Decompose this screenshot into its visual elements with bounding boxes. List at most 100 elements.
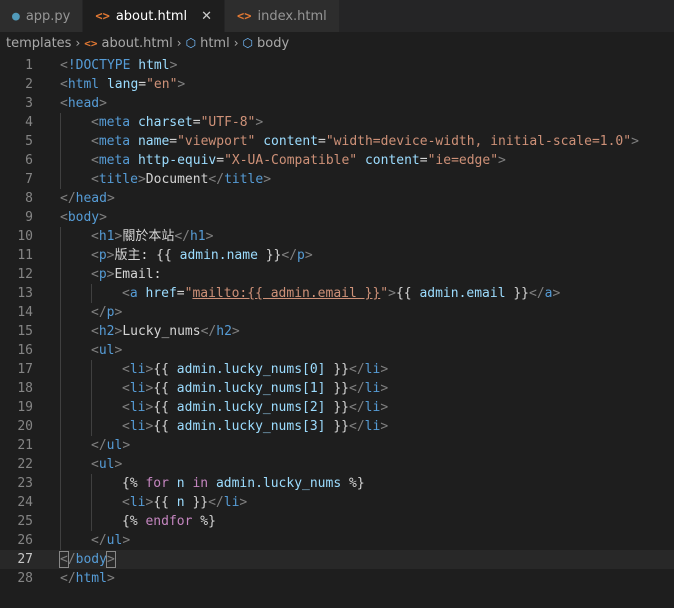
tab-bar: ● app.py <> about.html ✕ <> index.html [0,0,674,32]
code-text: <head> [33,94,107,113]
line-number: 14 [17,305,33,320]
code-token: }} [505,286,530,301]
line-number: 27 [17,552,33,567]
code-line[interactable]: 6 <meta http-equiv="X-UA-Compatible" cont… [0,151,674,170]
code-token: li [129,419,146,434]
breadcrumb-item-folder[interactable]: templates [6,36,71,51]
line-number: 6 [25,153,33,168]
indent-guide [60,132,91,151]
code-line[interactable]: 24 <li>{{ n }}</li> [0,493,674,512]
indent-guide [60,322,91,341]
code-line[interactable]: 27 </body> [0,550,674,569]
code-line[interactable]: 12 <p>Email: [0,265,674,284]
code-line[interactable]: 15 <h2>Lucky_nums</h2> [0,322,674,341]
code-line[interactable]: 1 <!DOCTYPE html> [0,56,674,75]
code-line[interactable]: 18 <li>{{ admin.lucky_nums[1] }}</li> [0,379,674,398]
code-token: html [67,77,100,92]
code-line[interactable]: 14 </p> [0,303,674,322]
indent-guide [60,474,91,493]
code-token: a [544,286,553,301]
code-token: < [122,286,130,301]
code-token: < [60,58,68,73]
code-line[interactable]: 5 <meta name="viewport" content="width=de… [0,132,674,151]
line-number: 16 [17,343,33,358]
code-token: > [99,210,107,225]
code-line[interactable]: 8 </head> [0,189,674,208]
line-number: 24 [17,495,33,510]
code-line[interactable]: 7 <title>Document</title> [0,170,674,189]
code-token: admin.lucky_nums[2] [176,400,326,415]
code-line[interactable]: 21 </ul> [0,436,674,455]
line-number: 11 [17,248,33,263]
code-line[interactable]: 26 </ul> [0,531,674,550]
code-token: %} [192,514,216,529]
code-line[interactable]: 25 {% endfor %} [0,512,674,531]
tab-index-html[interactable]: <> index.html [225,0,340,32]
code-line[interactable]: 13 <a href="mailto:{{ admin.email }}">{{ … [0,284,674,303]
code-text: <li>{{ admin.lucky_nums[0] }}</li> [33,360,388,379]
code-token: {{ [153,400,177,415]
line-number: 8 [25,191,33,206]
code-text: <ul> [33,341,122,360]
code-text: </head> [33,189,115,208]
code-line[interactable]: 17 <li>{{ admin.lucky_nums[0] }}</li> [0,360,674,379]
indent-guide [60,398,91,417]
code-token: </ [349,362,365,377]
code-line[interactable]: 22 <ul> [0,455,674,474]
code-text: <li>{{ admin.lucky_nums[2] }}</li> [33,398,388,417]
code-line[interactable]: 9 <body> [0,208,674,227]
code-token: lang [106,77,139,92]
code-line[interactable]: 19 <li>{{ admin.lucky_nums[2] }}</li> [0,398,674,417]
code-token: = [318,134,326,149]
code-line[interactable]: 4 <meta charset="UTF-8"> [0,113,674,132]
close-icon[interactable]: ✕ [201,9,212,24]
indent-guide [60,227,91,246]
code-token: html [75,571,107,586]
code-token: "UTF-8" [200,115,256,130]
tab-app-py[interactable]: ● app.py [0,0,84,32]
code-text: <li>{{ n }}</li> [33,493,247,512]
code-token: > [106,571,115,586]
indent-guide [60,113,91,132]
breadcrumb-item-body-element[interactable]: ⬡ body [243,36,290,51]
code-line[interactable]: 10 <h1>關於本站</h1> [0,227,674,246]
code-line[interactable]: 2 <html lang="en"> [0,75,674,94]
code-token: "viewport" [177,134,256,149]
code-editor[interactable]: 1 <!DOCTYPE html> 2 <html lang="en"> 3 <head>… [0,54,674,588]
indent-guide [91,379,122,398]
code-text: <h1>關於本站</h1> [33,227,213,246]
breadcrumb-item-file[interactable]: <> about.html [84,36,173,51]
code-token: > [114,457,123,472]
tab-about-html[interactable]: <> about.html ✕ [83,0,226,32]
code-token: n [176,476,185,491]
code-token: < [91,153,99,168]
code-line[interactable]: 16 <ul> [0,341,674,360]
code-token: > [122,438,131,453]
code-token: = [176,286,185,301]
chevron-right-icon: › [176,36,182,50]
line-number: 21 [17,438,33,453]
indent-guide [60,341,91,360]
code-line[interactable]: 28 </html> [0,569,674,588]
code-text: {% for n in admin.lucky_nums %} [33,474,365,493]
code-line[interactable]: 3 <head> [0,94,674,113]
code-line[interactable]: 20 <li>{{ admin.lucky_nums[3] }}</li> [0,417,674,436]
code-line[interactable]: 11 <p>版主: {{ admin.name }}</p> [0,246,674,265]
code-token: < [60,96,68,111]
code-token: < [122,362,130,377]
indent-guide [60,379,91,398]
code-token: > [231,324,240,339]
code-token: </ [349,419,365,434]
breadcrumb-item-html-element[interactable]: ⬡ html [186,36,230,51]
code-token: n [176,495,185,510]
code-token: "en" [146,77,178,92]
code-token: Document [145,172,209,187]
code-token: li [364,419,381,434]
indent-guide [91,493,122,512]
code-token: name [137,134,170,149]
code-line[interactable]: 23 {% for n in admin.lucky_nums %} [0,474,674,493]
code-token: </ [349,381,365,396]
